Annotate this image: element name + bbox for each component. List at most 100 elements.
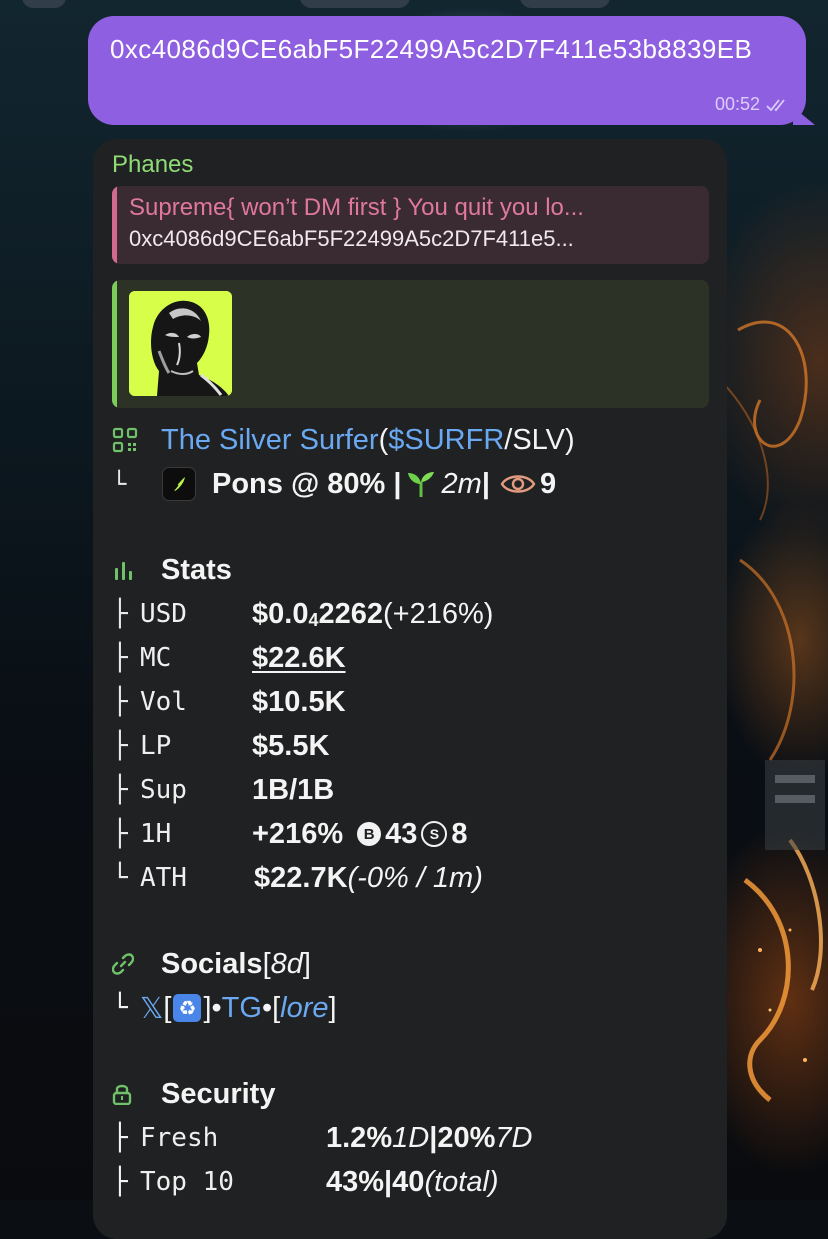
sender-name[interactable]: Phanes: [112, 151, 709, 179]
qr-code-icon: [112, 427, 138, 453]
stat-value: 1B/1B: [252, 773, 335, 806]
separator-dot: •: [261, 991, 273, 1024]
tg-link[interactable]: TG: [222, 992, 262, 1025]
security-value-note: 1D: [392, 1121, 430, 1154]
stat-key: LP: [140, 731, 172, 761]
security-heading: Security: [161, 1077, 276, 1110]
bracket: [: [262, 947, 271, 980]
security-row-top10: ├ Top 10 43% | 40 (total): [112, 1160, 709, 1204]
tree-branch: ├: [112, 1167, 128, 1197]
token-name-link[interactable]: The Silver Surfer: [161, 424, 379, 457]
security-value: 40: [392, 1165, 425, 1198]
paren-open: (: [378, 423, 389, 456]
lore-link[interactable]: lore: [280, 992, 328, 1025]
stat-value: 2262: [318, 597, 383, 630]
bracket: ]: [328, 991, 337, 1024]
separator: |: [429, 1121, 438, 1154]
bracket: [: [163, 991, 172, 1024]
stat-value-subscript: 4: [308, 609, 319, 630]
outgoing-message-bubble[interactable]: 0xc4086d9CE6abF5F22499A5c2D7F411e53b8839…: [88, 16, 815, 125]
message-time: 00:52: [714, 94, 760, 114]
security-row-fresh: ├ Fresh 1.2% 1D | 20% 7D: [112, 1116, 709, 1160]
stat-key: Vol: [140, 687, 187, 717]
stat-key: Sup: [140, 775, 187, 805]
stat-row-sup: ├ Sup 1B/1B: [112, 768, 709, 812]
x-link[interactable]: 𝕏: [140, 991, 163, 1026]
tree-branch: ├: [112, 775, 128, 805]
token-image[interactable]: [129, 291, 232, 396]
stat-row-ath: └ ATH $22.7K (-0% / 1m): [112, 856, 709, 900]
sells-count: 8: [451, 817, 468, 850]
platform-progress: Pons @ 80% |: [212, 467, 402, 500]
stat-row-lp: ├ LP $5.5K: [112, 724, 709, 768]
recycle-icon[interactable]: ♻: [173, 994, 202, 1022]
bracket: [: [272, 991, 281, 1024]
token-pair: /SLV): [504, 423, 575, 456]
security-key: Fresh: [140, 1123, 219, 1153]
token-platform-line: └ Pons @ 80% | 2m | 9: [112, 462, 709, 506]
stat-value: $0.0: [252, 597, 309, 630]
tree-branch: └: [112, 863, 128, 893]
security-heading-line: Security: [112, 1072, 709, 1116]
security-value: 20%: [437, 1121, 496, 1154]
token-ticker-link[interactable]: $SURFR: [388, 424, 504, 457]
tree-branch: └: [112, 993, 128, 1023]
stat-key: USD: [140, 599, 187, 629]
pons-app-icon: [162, 467, 196, 501]
stat-value: $5.5K: [252, 729, 330, 762]
socials-age: 8d: [270, 947, 303, 980]
socials-links-line: └ 𝕏 [ ♻ ] • TG • [lore]: [112, 986, 709, 1030]
security-value-note: (total): [424, 1165, 499, 1198]
stat-row-1h: ├ 1H +216% B 43 S 8: [112, 812, 709, 856]
market-cap-link[interactable]: $22.6K: [252, 642, 346, 675]
link-icon: [112, 953, 134, 975]
security-value-note: 7D: [495, 1121, 533, 1154]
socials-heading-line: Socials [8d]: [112, 942, 709, 986]
stat-row-usd: ├ USD $0.0 4 2262 (+216%): [112, 592, 709, 636]
tree-branch: ├: [112, 731, 128, 761]
view-count: 9: [539, 467, 557, 500]
buys-icon: B: [357, 822, 382, 846]
bar-chart-icon: [115, 562, 132, 580]
stat-value: $10.5K: [252, 685, 346, 718]
message-meta: 00:52: [715, 94, 792, 115]
double-check-icon: [766, 98, 785, 111]
stat-row-vol: ├ Vol $10.5K: [112, 680, 709, 724]
security-key: Top 10: [140, 1167, 234, 1197]
tree-branch: └: [112, 470, 127, 498]
seedling-icon: [407, 472, 434, 497]
stats-heading: Stats: [161, 553, 232, 586]
buys-count: 43: [385, 817, 418, 850]
reply-quote[interactable]: Supreme{ won’t DM first } You quit you l…: [112, 186, 709, 264]
stat-value-note: (-0% / 1m): [347, 861, 483, 894]
separator: |: [384, 1165, 393, 1198]
separator-dot: •: [211, 991, 222, 1024]
incoming-message-card[interactable]: Phanes Supreme{ won’t DM first } You qui…: [93, 139, 727, 1239]
outgoing-message-text: 0xc4086d9CE6abF5F22499A5c2D7F411e53b8839…: [110, 34, 753, 64]
stat-key: ATH: [140, 863, 187, 893]
security-value: 1.2%: [326, 1121, 393, 1154]
eye-icon: [500, 475, 536, 493]
bracket: ]: [203, 991, 212, 1024]
stat-value: $22.7K: [254, 861, 348, 894]
stat-key: 1H: [140, 819, 172, 849]
tree-branch: ├: [112, 819, 128, 849]
bracket: ]: [302, 947, 311, 980]
stats-heading-line: Stats: [112, 548, 709, 592]
sells-icon: S: [421, 821, 448, 847]
security-value: 43%: [326, 1165, 385, 1198]
tree-branch: ├: [112, 599, 128, 629]
stat-row-mc: ├ MC $22.6K: [112, 636, 709, 680]
stat-key: MC: [140, 643, 172, 673]
token-title-line: The Silver Surfer ( $SURFR /SLV): [112, 418, 709, 462]
lock-icon: [112, 1084, 132, 1105]
socials-heading: Socials: [161, 947, 263, 980]
link-preview[interactable]: [112, 280, 709, 408]
separator: |: [481, 467, 490, 500]
tree-branch: ├: [112, 643, 128, 673]
reply-quote-body: 0xc4086d9CE6abF5F22499A5c2D7F411e5...: [129, 226, 574, 251]
stat-value-note: (+216%): [382, 597, 494, 630]
tree-branch: ├: [112, 1123, 128, 1153]
token-age: 2m: [441, 467, 482, 500]
stat-value: +216%: [252, 817, 344, 850]
